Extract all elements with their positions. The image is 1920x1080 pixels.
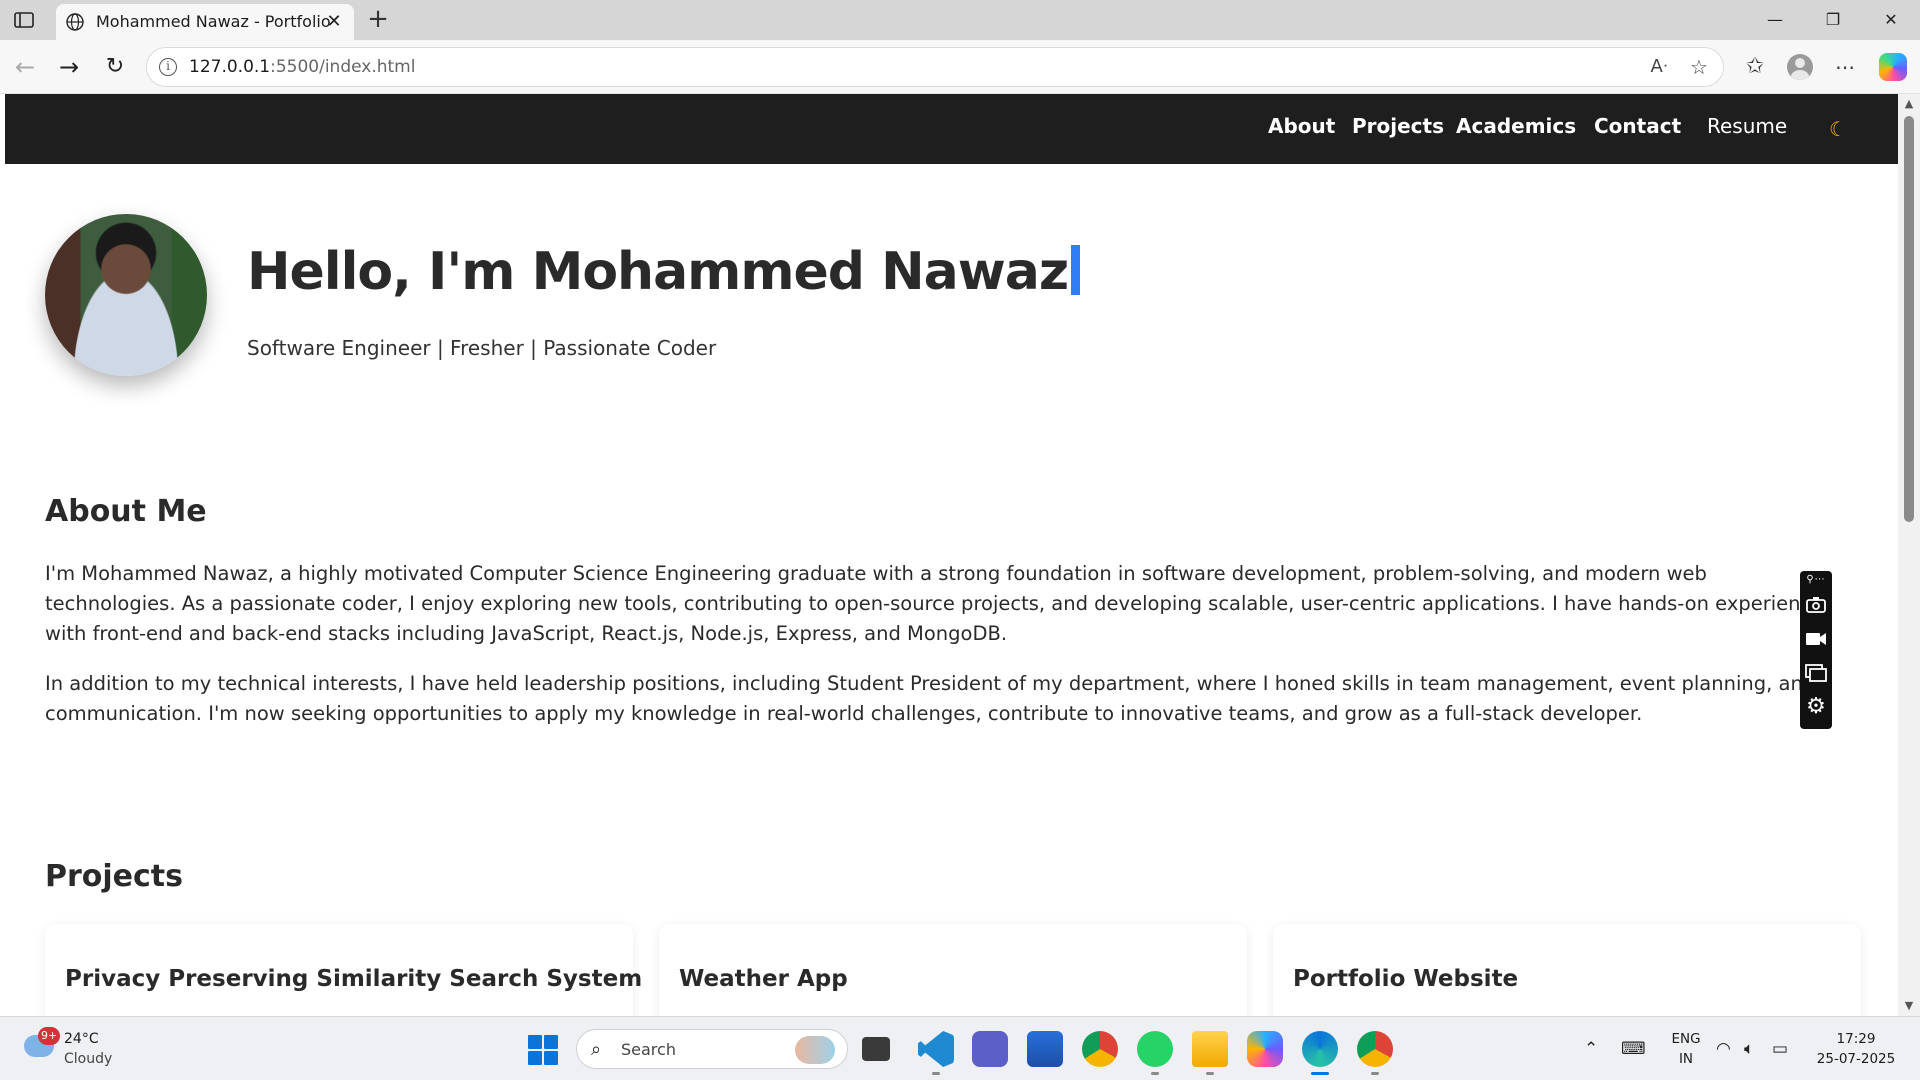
edge-icon[interactable] — [1302, 1031, 1338, 1067]
keyboard-icon[interactable]: ⌨ — [1621, 1039, 1646, 1059]
project-title: Portfolio Website — [1293, 966, 1519, 992]
gear-icon[interactable]: ⚙ — [1804, 695, 1828, 719]
taskbar-search-box[interactable]: ⌕ Search — [576, 1029, 848, 1069]
more-options-icon[interactable]: ⋯ — [1830, 52, 1860, 82]
project-title: Privacy Preserving Similarity Search Sys… — [65, 966, 643, 992]
forward-button[interactable]: → — [54, 52, 84, 82]
search-label: Search — [621, 1040, 676, 1059]
capture-toolbar: ⚲⋯ ⚙ — [1800, 571, 1832, 729]
address-bar[interactable]: i 127.0.0.1:5500/index.html Aᐧ ☆ — [146, 47, 1724, 87]
language-region[interactable]: IN — [1666, 1051, 1706, 1067]
about-heading: About Me — [45, 494, 207, 529]
copilot-app-icon[interactable] — [1247, 1031, 1283, 1067]
app-running-indicator — [932, 1072, 940, 1075]
tab-actions-icon[interactable] — [12, 8, 36, 32]
task-view-icon[interactable] — [862, 1037, 890, 1061]
copilot-icon[interactable] — [1879, 53, 1907, 81]
search-highlight-icon — [795, 1036, 835, 1064]
browser-toolbar: ← → ↻ i 127.0.0.1:5500/index.html Aᐧ ☆ ✩… — [0, 40, 1920, 94]
weather-condition[interactable]: Cloudy — [64, 1051, 112, 1067]
site-navbar: About Projects Academics Contact Resume … — [5, 94, 1898, 164]
whatsapp-icon[interactable] — [1137, 1031, 1173, 1067]
close-tab-icon[interactable]: ✕ — [324, 12, 344, 32]
projects-heading: Projects — [45, 859, 184, 894]
typing-caret — [1071, 245, 1081, 295]
moon-icon[interactable]: ☾ — [1825, 116, 1851, 142]
app-running-indicator — [1371, 1072, 1379, 1075]
project-card[interactable]: Portfolio Website — [1273, 924, 1861, 1016]
language-indicator[interactable]: ENG — [1666, 1031, 1706, 1047]
clock-date[interactable]: 25-07-2025 — [1808, 1051, 1904, 1067]
chevron-up-icon[interactable]: ⌃ — [1584, 1039, 1598, 1059]
back-button[interactable]: ← — [10, 52, 40, 82]
nav-link-resume[interactable]: Resume — [1707, 114, 1787, 138]
hero-subtitle: Software Engineer | Fresher | Passionate… — [247, 336, 717, 360]
tab-title: Mohammed Nawaz - Portfolio — [96, 12, 331, 31]
weather-temperature[interactable]: 24°C — [64, 1031, 99, 1047]
page-viewport: About Projects Academics Contact Resume … — [5, 94, 1898, 1016]
project-title: Weather App — [679, 966, 848, 992]
nav-link-projects[interactable]: Projects — [1352, 114, 1444, 138]
windows-start-button[interactable] — [528, 1035, 558, 1065]
vscode-icon[interactable] — [918, 1031, 954, 1067]
scrollbar-thumb[interactable] — [1904, 116, 1914, 522]
notification-badge: 9+ — [38, 1027, 61, 1045]
reload-button[interactable]: ↻ — [100, 52, 130, 82]
globe-icon — [65, 12, 85, 32]
project-card[interactable]: Weather App — [659, 924, 1247, 1016]
about-paragraph-1: I'm Mohammed Nawaz, a highly motivated C… — [45, 562, 1824, 645]
wifi-icon[interactable]: ◠ — [1716, 1039, 1731, 1059]
favorite-star-icon[interactable]: ☆ — [1687, 55, 1711, 79]
screen-capture-icon[interactable] — [1804, 661, 1828, 685]
chrome-icon[interactable] — [1082, 1031, 1118, 1067]
chrome-profile-icon[interactable] — [1357, 1031, 1393, 1067]
browser-tab-bar: Mohammed Nawaz - Portfolio ✕ + — ❐ ✕ — [0, 0, 1920, 40]
read-aloud-icon[interactable]: Aᐧ — [1647, 55, 1671, 79]
project-card[interactable]: Privacy Preserving Similarity Search Sys… — [45, 924, 642, 1016]
clock-time[interactable]: 17:29 — [1808, 1031, 1904, 1047]
app-active-indicator — [1311, 1072, 1329, 1075]
browser-tab-active[interactable]: Mohammed Nawaz - Portfolio ✕ — [56, 4, 354, 40]
file-explorer-icon[interactable] — [1192, 1031, 1228, 1067]
microsoft-store-icon[interactable] — [1027, 1031, 1063, 1067]
nav-link-about[interactable]: About — [1268, 114, 1335, 138]
scroll-up-arrow-icon[interactable]: ▲ — [1903, 98, 1915, 110]
page-scrollbar[interactable]: ▲ ▼ — [1898, 94, 1920, 1016]
site-info-icon[interactable]: i — [159, 58, 177, 76]
nav-link-contact[interactable]: Contact — [1594, 114, 1681, 138]
app-running-indicator — [1151, 1072, 1159, 1075]
new-tab-button[interactable]: + — [364, 6, 392, 34]
search-icon: ⌕ — [591, 1039, 602, 1060]
app-running-indicator — [1206, 1072, 1214, 1075]
minimize-button[interactable]: — — [1746, 0, 1804, 40]
hero-title: Hello, I'm Mohammed Nawaz — [247, 242, 1081, 302]
toolbar-menu-icon[interactable]: ⚲⋯ — [1800, 573, 1832, 587]
close-window-button[interactable]: ✕ — [1862, 0, 1920, 40]
camera-icon[interactable] — [1804, 593, 1828, 617]
teams-icon[interactable] — [972, 1031, 1008, 1067]
battery-icon[interactable]: ▭ — [1772, 1039, 1788, 1059]
favorites-icon[interactable]: ✩ — [1740, 52, 1770, 82]
about-paragraph-2: In addition to my technical interests, I… — [45, 672, 1816, 725]
url-text: 127.0.0.1:5500/index.html — [189, 57, 416, 77]
video-camera-icon[interactable] — [1804, 627, 1828, 651]
nav-link-academics[interactable]: Academics — [1456, 114, 1576, 138]
windows-taskbar: 9+ 24°C Cloudy ⌕ Search ⌃ ⌨ ENG IN ◠ 🔈︎ … — [0, 1016, 1920, 1080]
profile-photo — [45, 214, 207, 376]
profile-icon[interactable] — [1787, 54, 1813, 80]
scroll-down-arrow-icon[interactable]: ▼ — [1903, 1000, 1915, 1012]
volume-icon[interactable]: 🔈︎ — [1744, 1039, 1754, 1059]
restore-button[interactable]: ❐ — [1804, 0, 1862, 40]
